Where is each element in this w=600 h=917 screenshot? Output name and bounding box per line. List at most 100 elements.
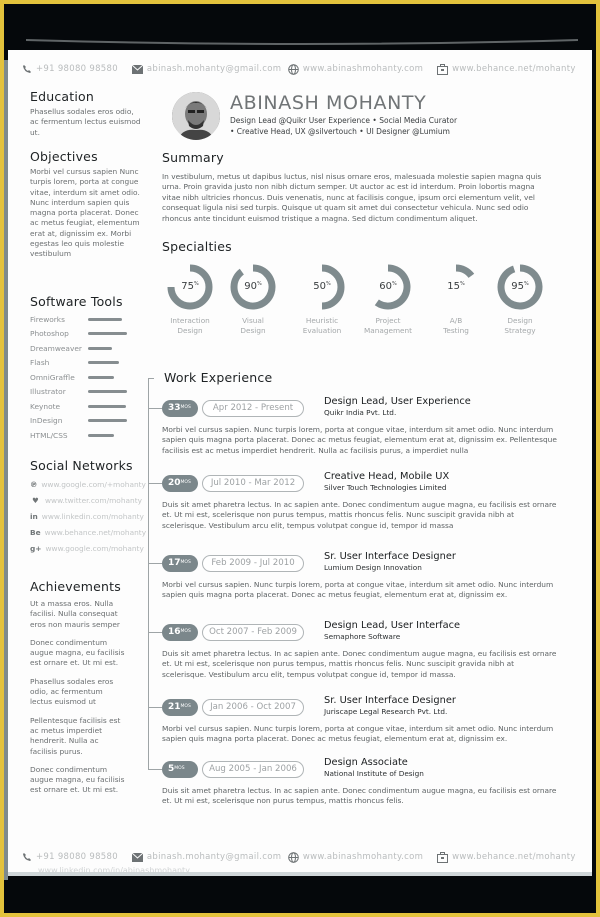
tool-name: Keynote xyxy=(30,401,61,411)
timeline-tick xyxy=(148,408,162,409)
company-name: Semaphore Software xyxy=(324,632,401,641)
tool-skill-bar xyxy=(88,317,122,321)
social-link[interactable]: ℗ www.google.com/+mohanty xyxy=(30,476,146,492)
specialty-percent: 15% xyxy=(421,281,491,292)
tool-name: Flash xyxy=(30,358,50,368)
software-tool-row: Keynote xyxy=(30,399,142,414)
contact-phone[interactable]: +91 98080 98580 xyxy=(22,64,118,74)
timeline-tick xyxy=(148,483,162,484)
specialty-label-line: Testing xyxy=(443,326,469,335)
candidate-tagline: Design Lead @Quikr User Experience • Soc… xyxy=(230,116,490,137)
social-url: www.twitter.com/mohanty xyxy=(44,495,142,505)
contact-email-footer[interactable]: abinash.mohanty@gmail.com xyxy=(131,852,281,862)
googleplus-icon: g+ xyxy=(30,543,42,553)
specialty-label: A/B Testing xyxy=(421,316,491,336)
phone-text: +91 98080 98580 xyxy=(36,64,118,74)
specialty-percent: 95% xyxy=(485,281,555,292)
website-text: www.abinashmohanty.com xyxy=(302,64,424,74)
specialty-label-line: Evaluation xyxy=(302,326,342,335)
timeline-tick xyxy=(148,563,162,564)
social-url: www.google.com/mohanty xyxy=(45,543,144,553)
specialty-label-line: Project xyxy=(375,316,401,325)
tool-skill-bar xyxy=(88,346,112,350)
tool-name: Fireworks xyxy=(30,314,65,324)
twitter-icon: ♥ xyxy=(32,495,39,505)
software-tool-row: Illustrator xyxy=(30,385,142,400)
contact-website[interactable]: www.abinashmohanty.com xyxy=(288,63,424,75)
software-tool-row: Fireworks xyxy=(30,312,142,327)
software-tool-row: Dreamweaver xyxy=(30,341,142,356)
percent-sign: % xyxy=(325,281,331,287)
job-description: Morbi vel cursus sapien. Nunc turpis lor… xyxy=(162,580,554,600)
date-range-pill: Oct 2007 - Feb 2009 xyxy=(202,624,304,641)
profile-photo xyxy=(172,92,220,140)
specialty-label-line: Visual xyxy=(242,316,264,325)
software-tool-row: InDesign xyxy=(30,414,142,429)
achievements-heading: Achievements xyxy=(30,579,121,594)
software-tool-row: HTML/CSS xyxy=(30,428,142,443)
education-text: Phasellus sodales eros odio, ac fermentu… xyxy=(30,107,141,137)
specialty-label-line: Design xyxy=(240,326,266,335)
contact-email[interactable]: abinash.mohanty@gmail.com xyxy=(131,64,281,74)
social-link[interactable]: ♥ www.twitter.com/mohanty xyxy=(30,492,142,508)
tool-name: Illustrator xyxy=(30,387,66,397)
timeline-tick xyxy=(148,632,162,633)
contact-portfolio-footer[interactable]: www.behance.net/mohanty xyxy=(437,851,576,863)
specialty-label: Heuristic Evaluation xyxy=(287,316,357,336)
email-icon xyxy=(131,852,143,862)
months-unit: MOS xyxy=(180,560,191,565)
months-unit: MOS xyxy=(180,704,191,709)
software-tool-row: Photoshop xyxy=(30,327,142,342)
achievement-item: Phasellus sodales eros odio, ac fermentu… xyxy=(30,676,114,707)
contact-website-footer[interactable]: www.abinashmohanty.com xyxy=(288,851,424,863)
paper-curl-shadow xyxy=(26,39,578,45)
social-networks-section: Social Networks ℗ www.google.com/+mohanty… xyxy=(30,458,146,556)
briefcase-icon xyxy=(437,851,449,863)
website-text: www.abinashmohanty.com xyxy=(302,852,424,862)
globe-icon xyxy=(288,851,299,863)
duration-badge: 33MOS xyxy=(162,400,198,417)
specialty-percent: 75% xyxy=(155,281,225,292)
contact-portfolio[interactable]: www.behance.net/mohanty xyxy=(437,63,576,75)
social-networks-heading: Social Networks xyxy=(30,458,133,473)
briefcase-icon xyxy=(437,63,449,75)
candidate-name: ABINASH MOHANTY xyxy=(230,92,427,114)
tool-skill-bar xyxy=(88,390,127,394)
software-tool-row: OmniGraffle xyxy=(30,370,142,385)
date-range-pill: Jul 2010 - Mar 2012 xyxy=(202,475,304,492)
specialty-arc xyxy=(455,264,475,279)
social-url: www.linkedin.com/mohanty xyxy=(41,511,144,521)
percent-sign: % xyxy=(256,281,262,287)
portfolio-text: www.behance.net/mohanty xyxy=(452,64,576,74)
specialties-heading: Specialties xyxy=(162,239,232,254)
contact-phone-footer[interactable]: +91 98080 98580 xyxy=(22,852,118,862)
footer-extra-link[interactable]: www.linkedin.com/in/abinashmohanty xyxy=(38,866,190,875)
social-link[interactable]: g+ www.google.com/mohanty xyxy=(30,540,144,556)
specialty-item: 75% Interaction Design xyxy=(155,262,225,336)
date-range-pill: Jan 2006 - Oct 2007 xyxy=(202,699,304,716)
duration-badge: 5MOS xyxy=(162,761,198,778)
specialty-label-line: Design xyxy=(177,326,203,335)
date-range-pill: Apr 2012 - Present xyxy=(202,400,304,417)
pinterest-icon: ℗ xyxy=(30,479,38,489)
summary-heading: Summary xyxy=(162,150,224,165)
phone-icon xyxy=(23,853,31,861)
specialty-value: 90 xyxy=(244,281,257,292)
specialty-label: Design Strategy xyxy=(485,316,555,336)
social-link[interactable]: Be www.behance.net/mohanty xyxy=(30,524,146,540)
duration-badge: 16MOS xyxy=(162,624,198,641)
company-name: National Institute of Design xyxy=(324,769,424,778)
email-text: abinash.mohanty@gmail.com xyxy=(146,64,282,74)
email-icon xyxy=(131,64,143,74)
specialty-label: Visual Design xyxy=(218,316,288,336)
objectives-section: Objectives Morbi vel cursus sapien Nunc … xyxy=(30,149,142,260)
months-unit: MOS xyxy=(180,480,191,485)
specialty-value: 60 xyxy=(379,281,392,292)
job-title: Sr. User Interface Designer xyxy=(324,551,456,562)
job-title: Design Lead, User Interface xyxy=(324,620,461,631)
job-description: Duis sit amet pharetra lectus. In ac sap… xyxy=(162,786,557,806)
tool-skill-bar xyxy=(88,404,126,408)
social-link[interactable]: in www.linkedin.com/mohanty xyxy=(30,508,144,524)
tool-name: InDesign xyxy=(30,416,63,426)
specialty-item: 95% Design Strategy xyxy=(485,262,555,336)
